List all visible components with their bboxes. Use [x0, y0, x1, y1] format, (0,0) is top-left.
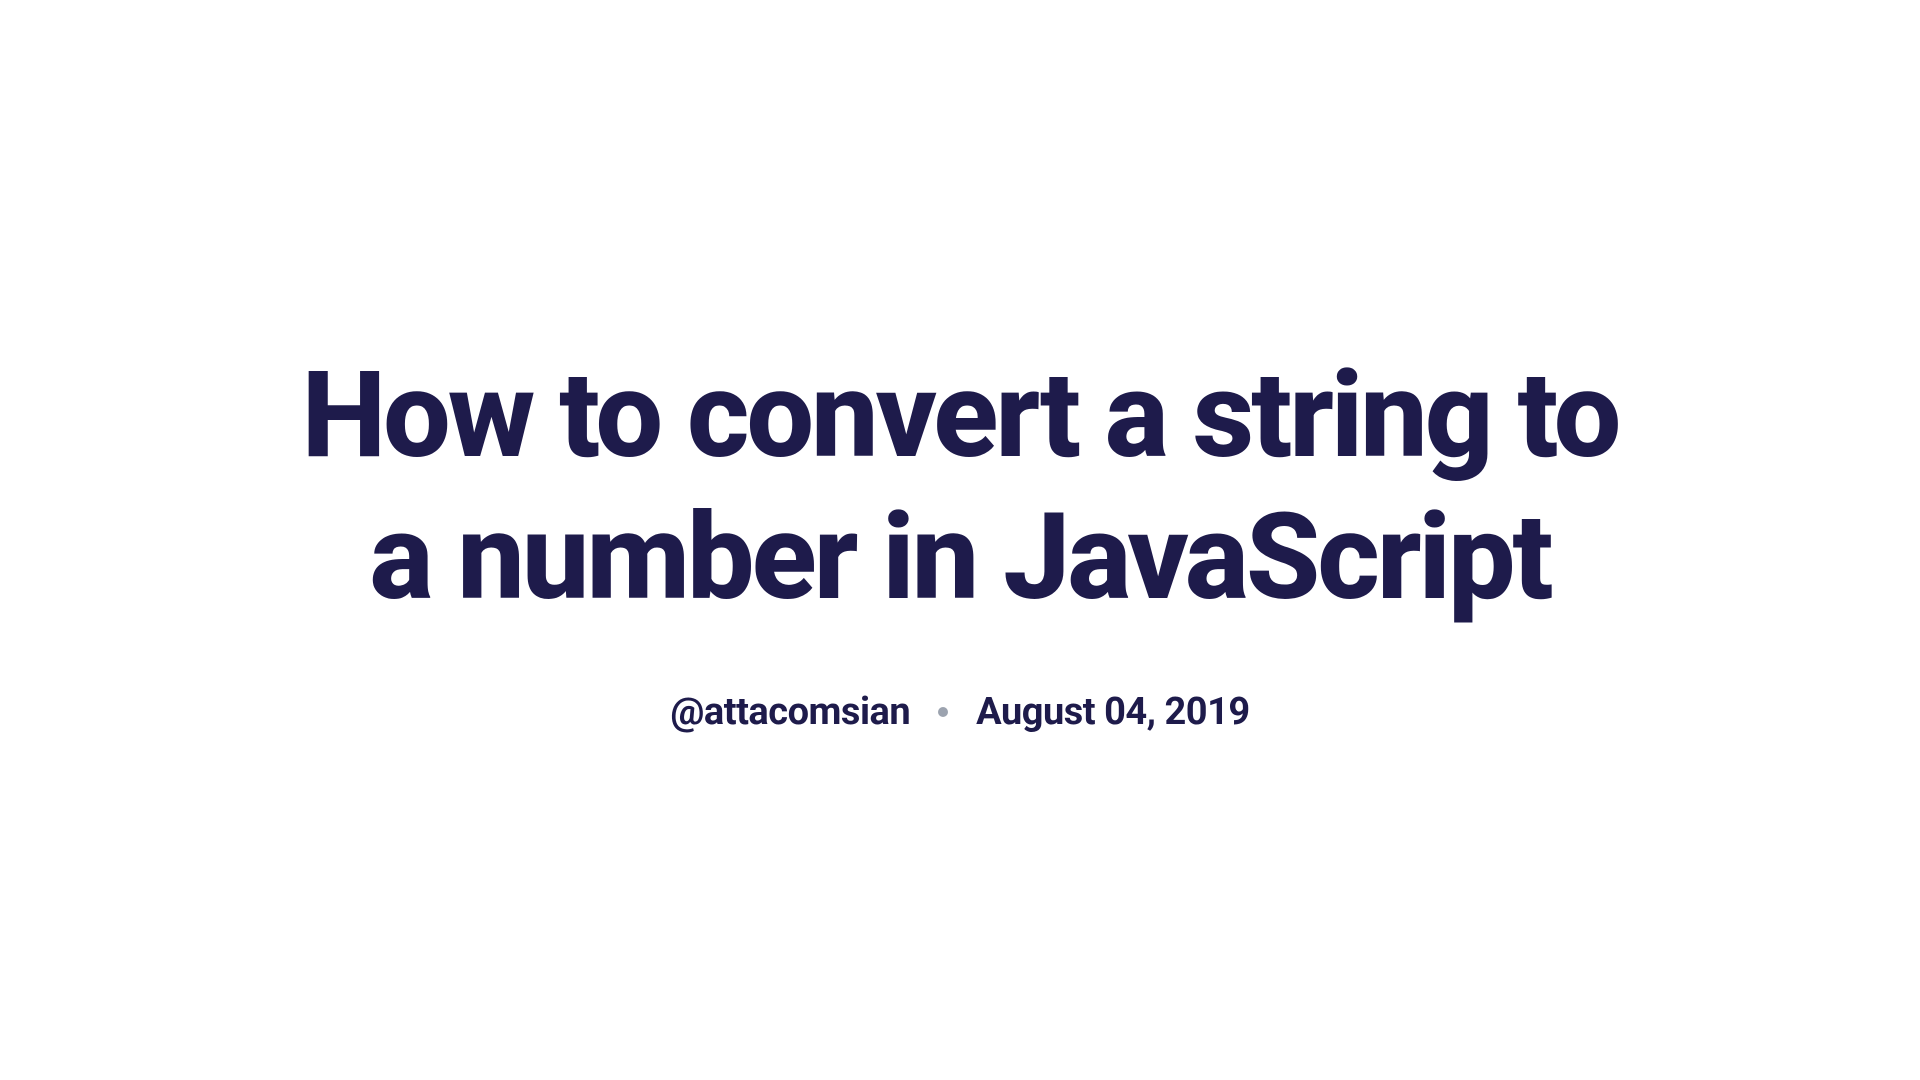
article-header: How to convert a string to a number in J… [260, 346, 1660, 733]
article-meta: @attacomsian August 04, 2019 [260, 690, 1660, 734]
article-author: @attacomsian [670, 690, 910, 734]
article-date: August 04, 2019 [976, 690, 1250, 734]
meta-separator [938, 707, 948, 717]
article-title: How to convert a string to a number in J… [260, 346, 1660, 629]
